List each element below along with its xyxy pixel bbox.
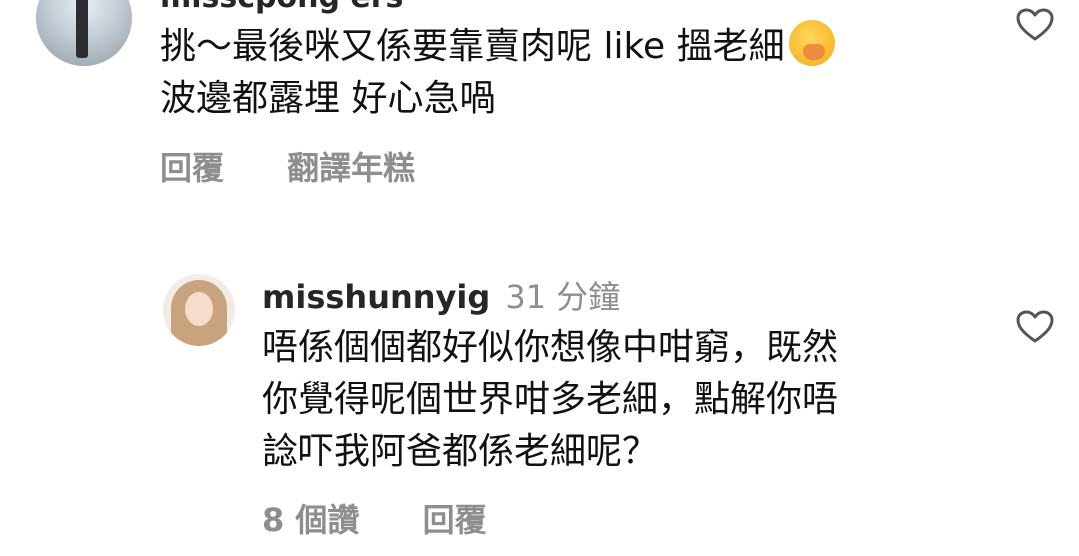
avatar-photo-face	[185, 292, 213, 326]
reply-text-line: 唔係個個都好似你想像中咁窮，既然	[262, 327, 839, 368]
reply-avatar[interactable]	[163, 274, 235, 346]
comment-username[interactable]: misscpong ers	[160, 0, 403, 15]
comment-text-line: 挑～最後咪又係要靠賣肉呢 like 搵老細	[160, 26, 785, 67]
reply-timestamp: 31 分鐘	[505, 278, 621, 316]
hand-over-mouth-emoji	[788, 20, 835, 66]
reply-button[interactable]: 回覆	[160, 143, 224, 189]
comment-text: 挑～最後咪又係要靠賣肉呢 like 搵老細 波邊都露埋 好心急喎	[160, 20, 960, 125]
comment-text-line: 波邊都露埋 好心急喎	[160, 78, 496, 119]
reply-text-line: 你覺得呢個世界咁多老細，點解你唔	[262, 379, 839, 420]
likes-count-button[interactable]: 8 個讚	[262, 495, 359, 541]
heart-icon[interactable]	[1016, 310, 1054, 344]
reply-text-line: 諗吓我阿爸都係老細呢？	[262, 431, 659, 472]
avatar[interactable]	[36, 0, 132, 66]
reply-username[interactable]: misshunnyig	[262, 278, 490, 316]
comment-actions: 回覆 翻譯年糕	[160, 143, 415, 189]
reply-button[interactable]: 回覆	[423, 495, 487, 541]
reply-text: 唔係個個都好似你想像中咁窮，既然 你覺得呢個世界咁多老細，點解你唔 諗吓我阿爸都…	[262, 322, 962, 478]
translate-button[interactable]: 翻譯年糕	[287, 143, 415, 189]
reply-header: misshunnyig 31 分鐘	[262, 272, 620, 318]
avatar-photo-post	[76, 0, 88, 58]
reply-actions: 8 個讚 回覆	[262, 495, 487, 541]
heart-icon[interactable]	[1016, 8, 1054, 42]
